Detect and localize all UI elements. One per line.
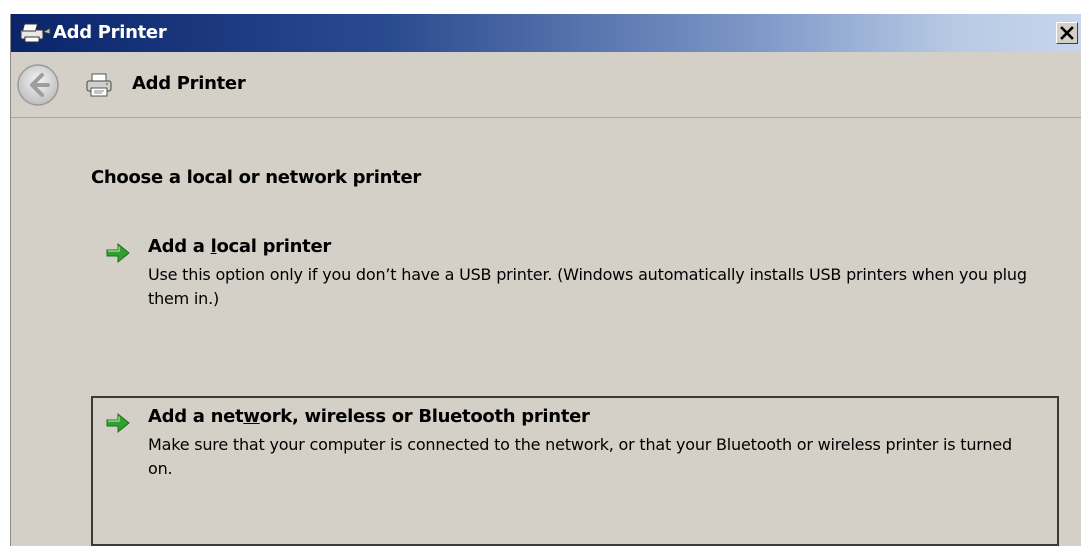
option-description: Use this option only if you don’t have a… [148,265,1027,308]
printer-icon [85,72,113,98]
close-button[interactable] [1056,22,1078,44]
dialog-content: Choose a local or network printer Add a … [11,118,1081,546]
option-title: Add a local printer [148,236,331,257]
title-bar[interactable]: Add Printer [11,14,1081,52]
section-heading: Choose a local or network printer [91,167,421,188]
window-title: Add Printer [53,22,167,43]
add-local-printer-option[interactable]: Add a local printer Use this option only… [91,226,1059,330]
dialog-header: Add Printer [11,52,1081,118]
add-printer-window: Add Printer Add Printer Choose a local o… [10,14,1081,546]
header-title: Add Printer [132,73,246,94]
back-button[interactable] [15,62,61,108]
back-arrow-icon [17,64,59,106]
add-network-printer-option[interactable]: Add a network, wireless or Bluetooth pri… [91,396,1059,546]
printer-icon [17,22,53,44]
close-icon [1060,26,1074,40]
green-arrow-icon [104,410,132,436]
option-description: Make sure that your computer is connecte… [148,435,1012,478]
green-arrow-icon [104,240,132,266]
option-title: Add a network, wireless or Bluetooth pri… [148,406,590,427]
